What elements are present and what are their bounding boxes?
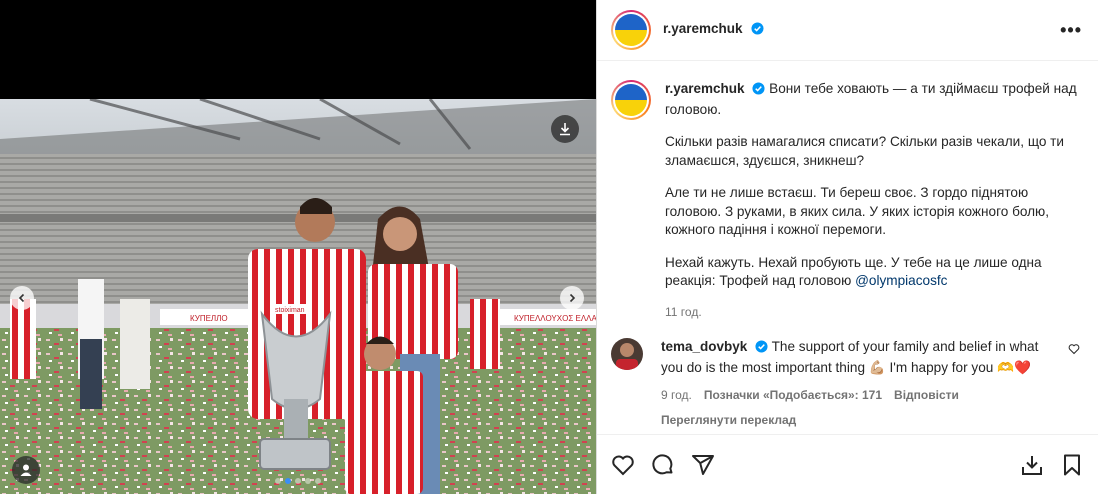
comment-item: tema_dovbyk The support of your family a… xyxy=(611,338,1082,429)
save-to-device-button[interactable] xyxy=(1020,453,1044,477)
caption-paragraph: Нехай кажуть. Нехай пробують ще. У тебе … xyxy=(665,254,1042,289)
bookmark-icon xyxy=(1060,453,1084,477)
more-options-button[interactable]: ••• xyxy=(1060,20,1082,41)
save-button[interactable] xyxy=(1060,453,1084,477)
heart-icon xyxy=(1068,343,1082,355)
share-icon xyxy=(691,453,715,477)
comment-meta: 9 год. Позначки «Подобається»: 171 Відпо… xyxy=(661,386,1058,405)
svg-text:stoiximan: stoiximan xyxy=(275,307,305,314)
caption-author-avatar[interactable] xyxy=(611,80,651,120)
like-button[interactable] xyxy=(611,453,635,477)
comment-button[interactable] xyxy=(651,453,675,477)
caption-block: r.yaremchuk Вони тебе ховають — а ти зді… xyxy=(611,80,1082,321)
author-avatar[interactable] xyxy=(611,10,651,50)
comment-likes-link[interactable]: Позначки «Подобається»: 171 xyxy=(704,386,882,405)
stadium-celebration-image: КУПЕЛЛО КУΠΕΛΛΟΥΧΟΣ ΕΛΛΑΔΟΣ stoiximan xyxy=(0,99,596,494)
download-icon xyxy=(558,122,572,136)
carousel-prev-button[interactable] xyxy=(10,286,34,310)
carousel-dot xyxy=(305,478,311,484)
carousel-dot-active xyxy=(285,478,291,484)
verified-badge-icon xyxy=(751,22,764,40)
post-photo[interactable]: КУПЕЛЛО КУΠΕΛΛΟΥΧΟΣ ΕΛΛΑΔΟΣ stoiximan xyxy=(0,99,596,494)
verified-badge-icon xyxy=(752,82,765,101)
carousel-dots xyxy=(0,478,596,484)
more-options-icon: ••• xyxy=(1060,19,1082,40)
commenter-username[interactable]: tema_dovbyk xyxy=(661,339,747,354)
author-username[interactable]: r.yaremchuk xyxy=(663,21,743,36)
user-icon xyxy=(19,463,33,477)
reply-button[interactable]: Відповісти xyxy=(894,386,959,405)
chevron-right-icon xyxy=(567,293,577,303)
carousel-dot xyxy=(275,478,281,484)
carousel-dot xyxy=(295,478,301,484)
post-dialog: КУПЕЛЛО КУΠΕΛΛΟΥΧΟΣ ΕΛΛΑΔΟΣ stoiximan xyxy=(0,0,1098,494)
caption-paragraph: r.yaremchuk Вони тебе ховають — а ти зді… xyxy=(665,81,1077,117)
carousel-dot xyxy=(315,478,321,484)
comment-like-button[interactable] xyxy=(1068,343,1082,429)
mention-link[interactable]: @olympiacosfc xyxy=(855,273,947,288)
comments-feed: r.yaremchuk Вони тебе ховають — а ти зді… xyxy=(597,62,1098,434)
post-header: r.yaremchuk ••• xyxy=(597,0,1098,61)
post-timestamp[interactable]: 11 год. xyxy=(665,303,1082,322)
heart-icon xyxy=(611,453,635,477)
media-pane: КУПЕЛЛО КУΠΕΛΛΟΥΧΟΣ ΕΛΛΑΔΟΣ stoiximan xyxy=(0,0,596,494)
ukraine-flag-icon xyxy=(615,14,647,46)
caption-username[interactable]: r.yaremchuk xyxy=(665,81,745,96)
ukraine-flag-icon xyxy=(615,84,647,116)
comment-icon xyxy=(651,453,675,477)
action-bar xyxy=(597,434,1098,494)
verified-badge-icon xyxy=(755,340,768,359)
caption-paragraph: Але ти не лише встаєш. Ти береш своє. З … xyxy=(665,185,1050,237)
share-button[interactable] xyxy=(691,453,715,477)
svg-text:КУПЕЛЛО: КУПЕЛЛО xyxy=(190,314,228,323)
caption-paragraph: Скільки разів намагалися списати? Скільк… xyxy=(665,134,1065,168)
post-details-pane: r.yaremchuk ••• r.yaremchuk Вони тебе хо… xyxy=(596,0,1098,494)
svg-text:КУΠΕΛΛΟΥΧΟΣ ΕΛΛΑΔΟΣ: КУΠΕΛΛΟΥΧΟΣ ΕΛΛΑΔΟΣ xyxy=(514,314,596,323)
download-button[interactable] xyxy=(551,115,579,143)
commenter-avatar[interactable] xyxy=(611,338,643,370)
comment-timestamp[interactable]: 9 год. xyxy=(661,386,692,405)
download-icon xyxy=(1020,453,1044,477)
carousel-next-button[interactable] xyxy=(560,286,584,310)
chevron-left-icon xyxy=(17,293,27,303)
see-translation-button[interactable]: Переглянути переклад xyxy=(661,411,1058,430)
